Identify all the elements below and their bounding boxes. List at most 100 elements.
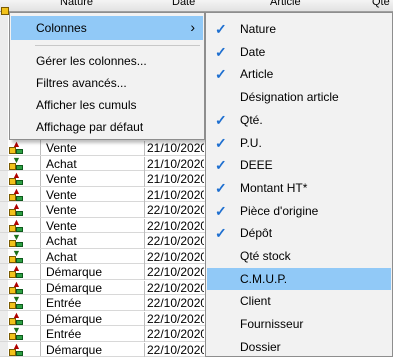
column-toggle-label: P.U. <box>240 135 262 150</box>
column-toggle-item[interactable]: ✓ Montant HT* <box>207 177 391 199</box>
checkmark-icon: ✓ <box>215 43 227 60</box>
menu-item-filtres-avances[interactable]: Filtres avancés... <box>11 71 203 95</box>
cell-nature: Démarque <box>46 311 103 326</box>
column-toggle-label: Qté. <box>240 112 263 127</box>
cell-date: 22/10/2020 <box>144 265 204 280</box>
column-toggle-label: Qté stock <box>240 249 291 263</box>
cell-nature: Vente <box>46 218 77 233</box>
column-toggle-item[interactable]: ✓ P.U. <box>207 132 391 154</box>
menu-item-colonnes[interactable]: Colonnes › <box>11 16 203 40</box>
column-toggle-label: Montant HT* <box>240 180 308 195</box>
cell-date: 22/10/2020 <box>144 327 204 342</box>
cell-nature: Vente <box>46 203 77 217</box>
checkmark-icon: ✓ <box>215 225 227 242</box>
column-toggle-item[interactable]: ✓ Qté. <box>207 109 391 131</box>
columns-submenu: ✓ Nature ✓ Date ✓ Article Désignation article ✓… <box>205 12 393 357</box>
cell-nature: Démarque <box>46 280 103 295</box>
stock-out-icon: ▲ <box>9 202 25 216</box>
column-toggle-item[interactable]: ✓ Article <box>207 63 391 85</box>
menu-item-label: Colonnes <box>36 21 87 35</box>
cell-nature: Démarque <box>46 342 103 357</box>
cell-nature: Vente <box>46 172 77 186</box>
grid-header: Nature Date Article Qté <box>0 0 393 12</box>
column-toggle-item[interactable]: ✓ Date <box>207 41 391 63</box>
menu-item-label: Gérer les colonnes... <box>36 54 147 68</box>
cell-nature: Démarque <box>46 265 103 279</box>
column-toggle-label: DEEE <box>240 158 273 173</box>
checkmark-icon: ✓ <box>215 111 227 128</box>
column-toggle-label: Date <box>240 44 266 59</box>
column-toggle-label: Dossier <box>240 339 281 354</box>
menu-item-afficher-cumuls[interactable]: Afficher les cumuls <box>11 93 203 117</box>
cell-date: 22/10/2020 <box>144 280 204 296</box>
stock-out-icon: ▲ <box>9 279 25 294</box>
column-toggle-item[interactable]: ✓ DEEE <box>207 154 391 176</box>
column-toggle-label: Client <box>240 294 271 309</box>
cell-nature: Achat <box>46 156 77 171</box>
cell-nature: Vente <box>46 141 77 155</box>
menu-item-affichage-defaut[interactable]: Affichage par défaut <box>11 115 203 139</box>
cell-date: 22/10/2020 <box>144 203 204 218</box>
column-toggle-item[interactable]: ✓ Nature <box>207 18 391 40</box>
submenu-arrow-icon: › <box>190 19 195 35</box>
column-toggle-label: Nature <box>240 22 277 36</box>
column-toggle-label: Fournisseur <box>240 317 304 332</box>
stock-in-icon: ▼ <box>9 326 25 340</box>
header-article[interactable]: Article <box>270 0 301 8</box>
cell-date: 22/10/2020 <box>144 234 204 249</box>
column-toggle-label: C.M.U.P. <box>240 271 288 286</box>
stock-in-icon: ▼ <box>9 155 25 170</box>
cell-date: 22/10/2020 <box>144 296 204 311</box>
stock-in-icon: ▼ <box>9 295 25 309</box>
cell-date: 21/10/2020 <box>144 172 204 187</box>
menu-item-label: Afficher les cumuls <box>36 98 137 112</box>
stock-out-icon: ▲ <box>9 217 25 232</box>
cell-nature: Achat <box>46 249 77 264</box>
checkmark-icon: ✓ <box>215 157 227 174</box>
column-toggle-item[interactable]: Qté stock <box>207 245 391 267</box>
header-qte[interactable]: Qté <box>372 0 390 8</box>
column-toggle-item[interactable]: Désignation article <box>207 86 391 108</box>
cell-date: 21/10/2020 <box>144 156 204 172</box>
column-toggle-item[interactable]: Client <box>207 290 391 312</box>
menu-item-label: Affichage par défaut <box>36 120 144 134</box>
row-marker-icon <box>1 7 9 15</box>
stock-in-icon: ▼ <box>9 233 25 247</box>
cell-nature: Entrée <box>46 327 82 341</box>
menu-item-gerer-colonnes[interactable]: Gérer les colonnes... <box>11 49 203 73</box>
cell-nature: Vente <box>46 187 77 202</box>
column-toggle-label: Désignation article <box>240 90 339 105</box>
column-toggle-item[interactable]: ✓ Pièce d'origine <box>207 200 391 222</box>
menu-item-label: Filtres avancés... <box>36 76 127 90</box>
stock-out-icon: ▲ <box>9 310 25 325</box>
checkmark-icon: ✓ <box>215 134 227 151</box>
stock-in-icon: ▼ <box>9 248 25 263</box>
menu-separator <box>35 45 200 46</box>
stock-out-icon: ▲ <box>9 341 25 356</box>
column-toggle-item[interactable]: Fournisseur <box>207 313 391 335</box>
column-toggle-item[interactable]: ✓ Dépôt <box>207 222 391 244</box>
column-toggle-item[interactable]: C.M.U.P. <box>207 267 391 290</box>
cell-date: 22/10/2020 <box>144 342 204 357</box>
cell-date: 21/10/2020 <box>144 141 204 156</box>
checkmark-icon: ✓ <box>215 179 227 196</box>
context-menu: Colonnes › Gérer les colonnes... Filtres… <box>9 12 205 140</box>
checkmark-icon: ✓ <box>215 21 227 37</box>
stock-out-icon: ▲ <box>9 171 25 185</box>
column-toggle-item[interactable]: Dossier <box>207 336 391 357</box>
stock-out-icon: ▲ <box>9 264 25 278</box>
cell-date: 22/10/2020 <box>144 218 204 234</box>
column-toggle-label: Article <box>240 67 274 82</box>
stock-out-icon: ▲ <box>9 140 25 154</box>
cell-nature: Entrée <box>46 296 82 310</box>
cell-nature: Achat <box>46 234 77 248</box>
stock-out-icon: ▲ <box>9 186 25 201</box>
checkmark-icon: ✓ <box>215 202 227 219</box>
column-toggle-label: Dépôt <box>240 226 273 241</box>
checkmark-icon: ✓ <box>215 66 227 83</box>
cell-date: 22/10/2020 <box>144 311 204 327</box>
column-toggle-label: Pièce d'origine <box>240 203 319 218</box>
header-date[interactable]: Date <box>172 0 195 8</box>
cell-date: 21/10/2020 <box>144 187 204 203</box>
header-nature[interactable]: Nature <box>60 0 93 8</box>
